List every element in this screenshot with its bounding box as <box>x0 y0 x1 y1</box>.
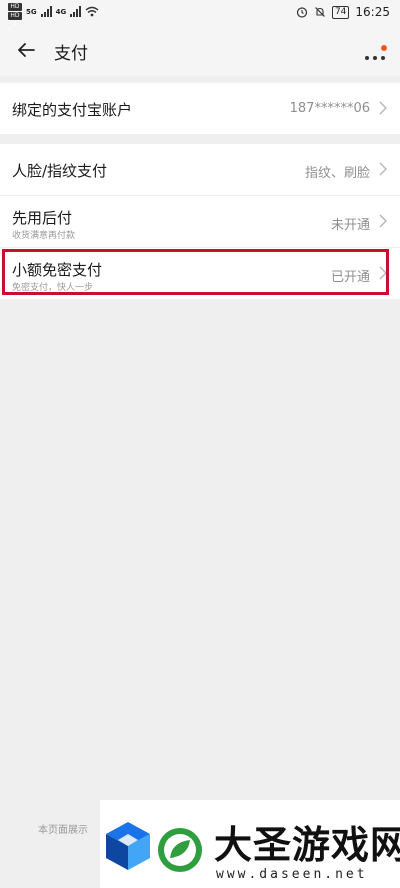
page-title: 支付 <box>54 44 88 64</box>
back-arrow-icon[interactable] <box>14 38 38 62</box>
pay-later-row[interactable]: 先用后付 收货满意再付款 未开通 <box>0 196 400 248</box>
account-value: 187******06 <box>289 101 370 116</box>
status-left: HD 1 HD 2 5G 4G <box>8 3 99 27</box>
row-subtitle: 收货满意再付款 <box>12 231 76 241</box>
leaf-logo-icon <box>158 828 202 872</box>
mute-bell-icon <box>315 7 325 17</box>
chevron-right-icon <box>379 101 387 115</box>
face-fingerprint-pay-row[interactable]: 人脸/指纹支付 指纹、刷脸 <box>0 144 400 196</box>
watermark-url: www.daseen.net <box>216 867 368 882</box>
sim-indicators: HD 1 HD 2 <box>8 3 22 27</box>
chevron-right-icon <box>379 162 387 176</box>
battery-icon: 74 <box>331 5 350 19</box>
cube-logo-icon <box>106 822 150 870</box>
row-title: 先用后付 <box>12 209 73 227</box>
account-row[interactable]: 绑定的支付宝账户 187******06 <box>0 83 400 134</box>
watermark: 大圣游戏网 www.daseen.net <box>100 800 400 888</box>
account-label: 绑定的支付宝账户 <box>12 101 133 119</box>
row-value: 未开通 <box>330 218 370 233</box>
alarm-icon <box>296 7 308 18</box>
more-options-icon[interactable] <box>362 36 388 64</box>
row-value: 指纹、刷脸 <box>304 166 370 181</box>
network2-label: 4G <box>55 7 67 16</box>
status-time: 16:25 <box>355 5 390 19</box>
account-card: 绑定的支付宝账户 187******06 <box>0 83 400 134</box>
highlight-box <box>2 249 389 295</box>
notification-dot <box>381 45 387 51</box>
watermark-name: 大圣游戏网 <box>214 823 400 867</box>
chevron-right-icon <box>379 214 387 228</box>
signal-icon-2 <box>70 6 82 17</box>
sim1-label: HD 1 <box>8 3 22 18</box>
row-title: 人脸/指纹支付 <box>12 162 108 180</box>
network1-label: 5G <box>26 7 37 16</box>
nav-bar: 支付 <box>0 26 400 76</box>
sim2-label: HD 2 <box>8 12 22 27</box>
status-right: 74 16:25 <box>296 5 390 19</box>
footer-text: 本页面展示 <box>38 825 88 836</box>
signal-icon <box>40 6 52 17</box>
status-bar: HD 1 HD 2 5G 4G 74 16:25 <box>0 0 400 27</box>
wifi-icon <box>85 6 99 17</box>
